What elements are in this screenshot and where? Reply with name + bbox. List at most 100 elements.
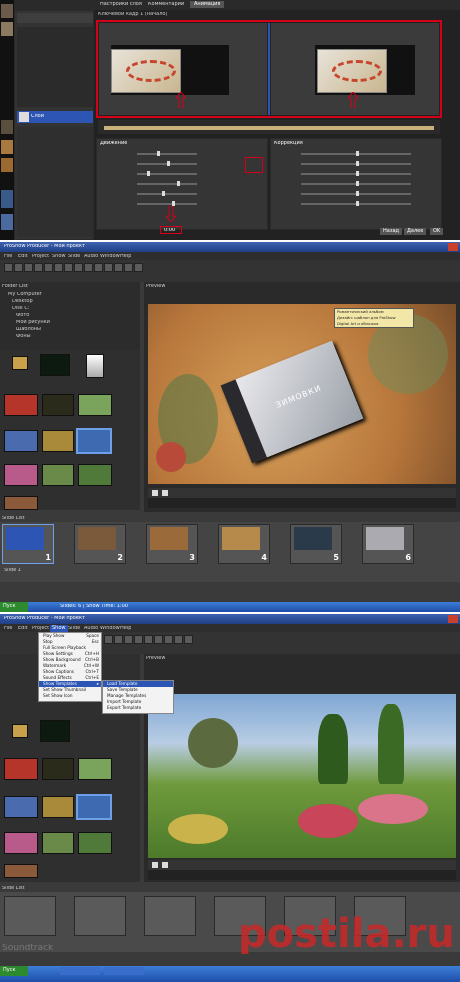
layers-icon[interactable] [64,263,73,272]
correction-slider[interactable] [301,191,411,196]
layers-icon[interactable] [114,635,123,644]
file-thumb[interactable] [4,496,38,510]
open-icon[interactable] [4,263,13,272]
file-thumb[interactable] [40,354,70,376]
output-icon[interactable] [134,263,143,272]
publish-icon[interactable] [164,635,173,644]
file-thumb[interactable] [86,354,104,378]
prev-button[interactable]: Назад [380,228,403,235]
tree-item[interactable]: My Computer [8,292,42,297]
show-icon[interactable] [44,263,53,272]
menu-edit[interactable]: Edit [18,254,28,259]
next-button[interactable]: Далее [404,228,427,235]
stop-icon[interactable] [162,862,168,868]
slide-card-empty[interactable] [4,896,56,936]
slide-icon[interactable] [104,635,113,644]
time-value[interactable]: 0:00 [164,228,175,233]
text-icon[interactable] [94,263,103,272]
thumb-strip-item[interactable] [1,22,13,36]
slide-card-empty[interactable] [74,896,126,936]
thumb-strip-item[interactable] [1,120,13,134]
menu-show[interactable]: Show [52,254,66,259]
tab-layer-settings[interactable]: Настройки слоя [100,2,142,7]
ok-button[interactable]: OK [430,228,444,235]
file-thumb[interactable] [4,394,38,416]
menu-file[interactable]: File [4,254,12,259]
file-thumb[interactable] [4,430,38,452]
file-thumb[interactable] [78,464,112,486]
thumb-strip-item[interactable] [1,4,13,18]
motion-slider[interactable] [137,181,197,186]
file-thumb[interactable] [4,864,38,878]
menu-edit[interactable]: Edit [18,626,28,631]
menu-project[interactable]: Project [32,254,49,259]
play-icon[interactable] [152,490,158,496]
thumb-strip-item[interactable] [1,190,13,208]
tree-item[interactable]: Desktop [12,299,33,304]
file-thumb[interactable] [12,356,28,370]
correction-slider[interactable] [301,171,411,176]
music-icon[interactable] [134,635,143,644]
motion-slider[interactable] [137,161,197,166]
layer-item-selected[interactable]: Слой [17,111,93,123]
file-thumb[interactable] [78,758,112,780]
slide-card[interactable]: 4 [218,524,270,564]
menu-item-set-icon[interactable]: Set Show Icon [39,693,101,699]
close-icon[interactable] [448,243,458,251]
tab-comments[interactable]: Комментарии [148,2,184,7]
slide-card-selected[interactable]: 1 [2,524,54,564]
thumb-strip-item[interactable] [1,214,13,230]
start-button[interactable]: Пуск [0,966,28,976]
stop-icon[interactable] [162,490,168,496]
music-icon[interactable] [84,263,93,272]
correction-slider[interactable] [301,201,411,206]
file-thumb[interactable] [78,394,112,416]
save-icon[interactable] [14,263,23,272]
menu-slide[interactable]: Slide [68,626,80,631]
file-thumb[interactable] [42,832,74,854]
file-thumb[interactable] [42,758,74,780]
motion-slider[interactable] [137,191,197,196]
menu-window[interactable]: Window [100,254,120,259]
correction-slider[interactable] [301,151,411,156]
menu-audio[interactable]: Audio [84,254,98,259]
add-icon[interactable] [24,263,33,272]
publish-icon[interactable] [114,263,123,272]
file-thumb[interactable] [4,758,38,780]
file-thumb[interactable] [4,796,38,818]
file-thumb-selected[interactable] [76,428,112,454]
slide-icon[interactable] [54,263,63,272]
tree-item[interactable]: Фото [16,313,29,318]
motion-slider[interactable] [137,151,197,156]
thumb-strip-item[interactable] [1,140,13,154]
motion-slider[interactable] [137,171,197,176]
thumb-strip-item[interactable] [1,158,13,172]
file-thumb[interactable] [42,430,74,452]
captions-icon[interactable] [154,635,163,644]
start-button[interactable]: Пуск [0,602,28,612]
file-thumb[interactable] [4,832,38,854]
menu-help[interactable]: Help [120,626,131,631]
menu-file[interactable]: File [4,626,12,631]
taskbar-item[interactable] [104,967,144,975]
tab-animation[interactable]: Анимация [190,1,225,8]
file-thumb[interactable] [12,724,28,738]
output-icon[interactable] [184,635,193,644]
slide-card-empty[interactable] [144,896,196,936]
menu-project[interactable]: Project [32,626,49,631]
menu-show-active[interactable]: Show [50,625,68,632]
slide-card[interactable]: 5 [290,524,342,564]
effects-icon[interactable] [74,263,83,272]
timeline-ruler[interactable] [148,870,456,880]
play-icon[interactable] [152,862,158,868]
remove-icon[interactable] [34,263,43,272]
correction-slider[interactable] [301,181,411,186]
slide-card[interactable]: 2 [74,524,126,564]
menu-slide[interactable]: Slide [68,254,80,259]
submenu-item-export[interactable]: Export Template [103,705,173,711]
correction-slider[interactable] [301,161,411,166]
timeline-ruler[interactable] [148,498,456,508]
file-thumb[interactable] [42,796,74,818]
file-thumb[interactable] [42,464,74,486]
file-thumb[interactable] [78,832,112,854]
